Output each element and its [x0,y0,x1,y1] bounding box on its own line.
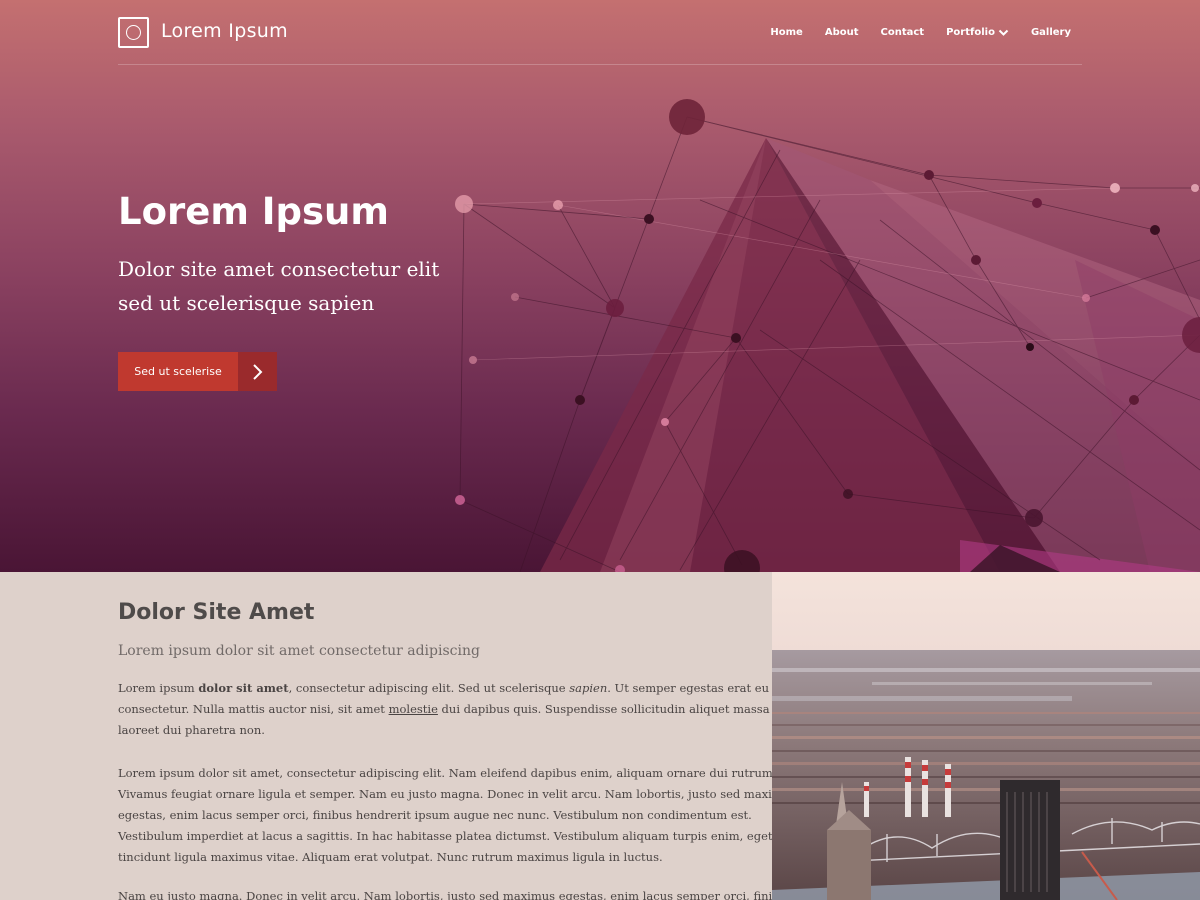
paragraph-1-line-2: consectetur. Nulla mattis auctor nisi, s… [118,699,799,720]
paragraph-1-line-1: Lorem ipsum dolor sit amet, consectetur … [118,678,769,699]
paragraph-2-line: Vivamus feugiat ornare ligula et semper.… [118,787,797,801]
nav-item-portfolio-label: Portfolio [946,27,995,38]
nav-item-home[interactable]: Home [770,27,802,38]
content-section: Dolor Site Amet Lorem ipsum dolor sit am… [0,572,799,900]
hero-subtitle-line-1: Dolor site amet consectetur elit [118,257,440,281]
circle-in-square-icon[interactable] [118,17,149,48]
paragraph-1: Lorem ipsum dolor sit amet, consectetur … [118,678,799,741]
paragraph-2-line: Vestibulum imperdiet at lacus a sagittis… [118,829,773,843]
nav-item-contact[interactable]: Contact [881,27,925,38]
nav-item-gallery[interactable]: Gallery [1031,27,1071,38]
chevron-down-icon [998,29,1009,36]
paragraph-3: Nam eu justo magna. Donec in velit arcu.… [118,886,793,900]
hero-title: Lorem Ipsum [118,190,389,233]
brand-name[interactable]: Lorem Ipsum [161,20,288,42]
top-navbar: Lorem Ipsum Home About Contact Portfolio… [118,16,1082,64]
section-title: Dolor Site Amet [118,600,315,625]
text-run: , consectetur adipiscing elit. Sed ut sc… [288,681,570,695]
nav-divider [118,64,1082,65]
nav-item-about[interactable]: About [825,27,859,38]
logo-ring [126,25,141,40]
hero-subtitle-line-2: sed ut scelerisque sapien [118,291,375,315]
text-run: dui dapibus quis. Suspendisse sollicitud… [437,702,799,716]
cta-label: Sed ut scelerise [118,352,238,391]
main-nav: Home About Contact Portfolio Gallery [748,27,1071,38]
hero-section: Lorem Ipsum Home About Contact Portfolio… [0,0,1200,572]
paragraph-2: Lorem ipsum dolor sit amet, consectetur … [118,763,797,868]
italic-text: sapien [569,681,608,695]
paragraph-1-line-3: laoreet dui pharetra non. [118,723,265,737]
underlined-link[interactable]: molestie [389,702,438,716]
paragraph-2-line: Lorem ipsum dolor sit amet, consectetur … [118,766,792,780]
paragraph-2-line: egestas, enim lacus semper orci, finibus… [118,808,752,822]
text-run: . Ut semper egestas erat eu [607,681,770,695]
aerial-city-photo [772,572,1200,900]
bold-text: dolor sit amet [198,681,289,695]
hero-subtitle: Dolor site amet consectetur elit sed ut … [118,252,478,320]
paragraph-2-line: tincidunt ligula maximus vitae. Aliquam … [118,850,663,864]
nav-item-portfolio[interactable]: Portfolio [946,27,1009,38]
text-run: Lorem ipsum [118,681,199,695]
section-subtitle: Lorem ipsum dolor sit amet consectetur a… [118,643,480,659]
chevron-right-icon [238,352,277,391]
paragraph-3-line: Nam eu justo magna. Donec in velit arcu.… [118,889,793,900]
cta-button[interactable]: Sed ut scelerise [118,352,277,391]
text-run: consectetur. Nulla mattis auctor nisi, s… [118,702,389,716]
